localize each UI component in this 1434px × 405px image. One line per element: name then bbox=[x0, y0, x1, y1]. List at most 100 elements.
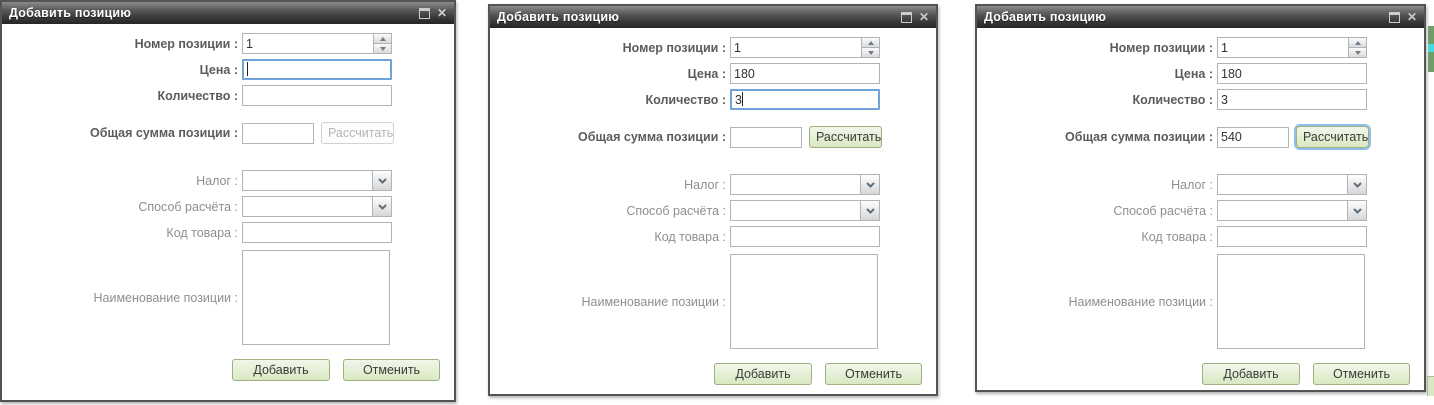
position-name-textarea[interactable] bbox=[242, 250, 390, 345]
desktop: { "colors": { "titlebar_top": "#8c8c8c",… bbox=[0, 0, 1434, 405]
arrow-up-icon bbox=[1355, 41, 1361, 45]
restore-icon[interactable] bbox=[419, 8, 430, 19]
quantity-input[interactable] bbox=[242, 85, 392, 106]
combobox-value bbox=[1218, 201, 1347, 220]
position-number-input[interactable] bbox=[1218, 38, 1348, 57]
product-code-input[interactable] bbox=[1217, 226, 1367, 247]
chevron-down-icon[interactable] bbox=[860, 201, 879, 220]
combobox-value bbox=[1218, 175, 1347, 194]
product-code-input[interactable] bbox=[730, 226, 880, 247]
product-code-row: Код товара : bbox=[977, 226, 1424, 247]
add-button[interactable]: Добавить bbox=[232, 359, 330, 381]
tax-row: Налог : bbox=[490, 174, 936, 195]
calc-method-combobox[interactable] bbox=[1217, 200, 1367, 221]
chevron-down-icon[interactable] bbox=[372, 197, 391, 216]
position-number-label: Номер позиции : bbox=[977, 41, 1217, 55]
position-number-row: Номер позиции : bbox=[977, 37, 1424, 58]
number-spinner bbox=[373, 34, 391, 53]
calculate-button[interactable]: Рассчитать bbox=[1296, 126, 1369, 148]
arrow-down-icon bbox=[380, 47, 386, 51]
dialog-buttons-row: Добавить Отменить bbox=[977, 363, 1424, 385]
calc-method-combobox[interactable] bbox=[242, 196, 392, 217]
cancel-button[interactable]: Отменить bbox=[1313, 363, 1410, 385]
total-sum-input[interactable] bbox=[1217, 127, 1289, 148]
position-name-textarea[interactable] bbox=[730, 254, 878, 349]
dialog-body: Номер позиции : Цена : Количество : Обща… bbox=[977, 28, 1424, 385]
spinner-up-button[interactable] bbox=[862, 38, 879, 48]
product-code-row: Код товара : bbox=[2, 222, 454, 243]
text-caret bbox=[742, 92, 743, 106]
titlebar[interactable]: Добавить позицию ✕ bbox=[2, 2, 454, 24]
close-icon[interactable]: ✕ bbox=[919, 11, 929, 23]
tax-label: Налог : bbox=[2, 174, 242, 188]
product-code-input[interactable] bbox=[242, 222, 392, 243]
price-row: Цена : bbox=[490, 63, 936, 84]
chevron-down-icon[interactable] bbox=[1347, 201, 1366, 220]
quantity-row: Количество : bbox=[2, 85, 454, 106]
combobox-value bbox=[243, 197, 372, 216]
cancel-button[interactable]: Отменить bbox=[825, 363, 922, 385]
position-name-textarea[interactable] bbox=[1217, 254, 1365, 349]
spinner-up-button[interactable] bbox=[1349, 38, 1366, 48]
calc-method-combobox[interactable] bbox=[730, 200, 880, 221]
position-name-label: Наименование позиции : bbox=[490, 295, 730, 309]
dialog-body: Номер позиции : Цена : Количество : Обща… bbox=[2, 24, 454, 381]
position-number-row: Номер позиции : bbox=[490, 37, 936, 58]
titlebar[interactable]: Добавить позицию ✕ bbox=[977, 6, 1424, 28]
add-button[interactable]: Добавить bbox=[714, 363, 812, 385]
quantity-input[interactable] bbox=[1217, 89, 1367, 110]
add-position-dialog-3: Добавить позицию ✕ Номер позиции : Цена … bbox=[975, 4, 1426, 392]
add-button[interactable]: Добавить bbox=[1202, 363, 1300, 385]
calculate-button[interactable]: Рассчитать bbox=[321, 122, 394, 144]
position-name-label: Наименование позиции : bbox=[977, 295, 1217, 309]
position-number-field bbox=[730, 37, 880, 58]
position-name-row: Наименование позиции : bbox=[977, 254, 1424, 349]
titlebar[interactable]: Добавить позицию ✕ bbox=[490, 6, 936, 28]
spinner-down-button[interactable] bbox=[1349, 48, 1366, 57]
arrow-up-icon bbox=[380, 37, 386, 41]
arrow-up-icon bbox=[868, 41, 874, 45]
price-input[interactable] bbox=[1217, 63, 1367, 84]
chevron-down-icon[interactable] bbox=[1347, 175, 1366, 194]
number-spinner bbox=[861, 38, 879, 57]
position-number-input[interactable] bbox=[243, 34, 373, 53]
quantity-label: Количество : bbox=[2, 89, 242, 103]
product-code-label: Код товара : bbox=[490, 230, 730, 244]
quantity-input[interactable] bbox=[730, 89, 880, 110]
product-code-label: Код товара : bbox=[2, 226, 242, 240]
quantity-label: Количество : bbox=[977, 93, 1217, 107]
product-code-row: Код товара : bbox=[490, 226, 936, 247]
close-icon[interactable]: ✕ bbox=[1407, 11, 1417, 23]
price-row: Цена : bbox=[977, 63, 1424, 84]
tax-combobox[interactable] bbox=[1217, 174, 1367, 195]
price-input[interactable] bbox=[730, 63, 880, 84]
tax-combobox[interactable] bbox=[242, 170, 392, 191]
calc-method-label: Способ расчёта : bbox=[2, 200, 242, 214]
combobox-value bbox=[731, 201, 860, 220]
cancel-button[interactable]: Отменить bbox=[343, 359, 440, 381]
position-number-label: Номер позиции : bbox=[490, 41, 730, 55]
total-sum-input[interactable] bbox=[730, 127, 802, 148]
quantity-row: Количество : bbox=[490, 89, 936, 110]
chevron-down-icon[interactable] bbox=[372, 171, 391, 190]
calc-method-label: Способ расчёта : bbox=[977, 204, 1217, 218]
spinner-down-button[interactable] bbox=[862, 48, 879, 57]
position-number-field bbox=[1217, 37, 1367, 58]
position-number-input[interactable] bbox=[731, 38, 861, 57]
quantity-row: Количество : bbox=[977, 89, 1424, 110]
spinner-up-button[interactable] bbox=[374, 34, 391, 44]
tax-label: Налог : bbox=[977, 178, 1217, 192]
chevron-down-icon[interactable] bbox=[860, 175, 879, 194]
close-icon[interactable]: ✕ bbox=[437, 7, 447, 19]
tax-combobox[interactable] bbox=[730, 174, 880, 195]
calculate-button[interactable]: Рассчитать bbox=[809, 126, 882, 148]
spinner-down-button[interactable] bbox=[374, 44, 391, 53]
restore-icon[interactable] bbox=[901, 12, 912, 23]
number-spinner bbox=[1348, 38, 1366, 57]
dialog-buttons-row: Добавить Отменить bbox=[490, 363, 936, 385]
total-sum-label: Общая сумма позиции : bbox=[977, 130, 1217, 144]
total-sum-input[interactable] bbox=[242, 123, 314, 144]
price-input[interactable] bbox=[242, 59, 392, 80]
restore-icon[interactable] bbox=[1389, 12, 1400, 23]
dialog-title: Добавить позицию bbox=[984, 10, 1389, 24]
